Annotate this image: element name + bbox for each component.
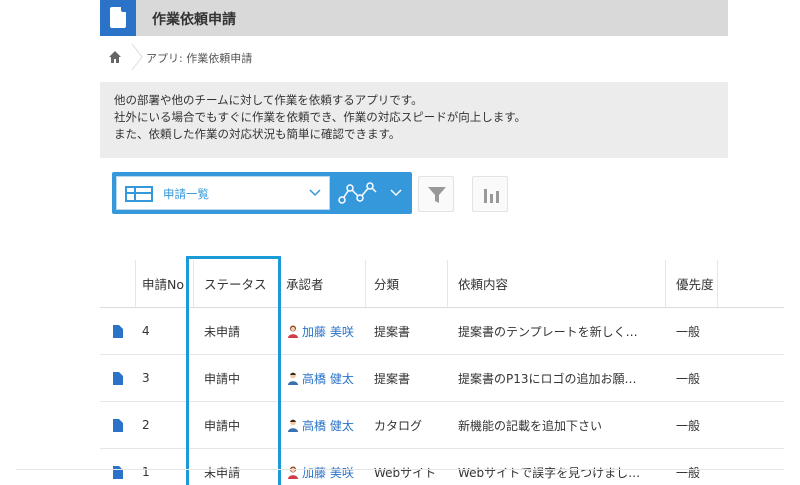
view-selector-bar: 申請一覧 [112, 172, 412, 214]
record-detail-link[interactable] [100, 449, 136, 485]
table-row: 4 未申請 加藤 美咲 提案書 提案書のテンプレートを新しく… 一般 [100, 308, 784, 355]
file-icon [113, 465, 123, 479]
cell-status: 申請中 [204, 418, 241, 433]
file-icon [113, 371, 123, 385]
file-icon [113, 324, 123, 338]
app-description: 他の部署や他のチームに対して作業を依頼するアプリです。 社外にいる場合でもすぐに… [100, 82, 728, 158]
female-user-icon [288, 325, 298, 338]
approver-name: 高橋 健太 [302, 371, 354, 386]
cell-priority: 一般 [676, 371, 701, 386]
header-category[interactable]: 分類 [366, 260, 448, 307]
male-user-icon [288, 372, 298, 385]
filter-button[interactable] [418, 176, 454, 212]
app-icon [100, 0, 136, 36]
cell-priority: 一般 [676, 465, 701, 480]
header-content[interactable]: 依頼内容 [448, 260, 666, 307]
cell-approver: 加藤 美咲 [280, 449, 366, 485]
approver-link[interactable]: 高橋 健太 [286, 417, 354, 434]
cell-category: 提案書 [374, 371, 411, 386]
approver-name: 加藤 美咲 [302, 324, 354, 339]
cell-approver: 高橋 健太 [280, 355, 366, 401]
breadcrumb: アプリ: 作業依頼申請 [100, 42, 728, 72]
cell-content: 提案書のテンプレートを新しく… [458, 324, 638, 339]
home-icon[interactable] [108, 50, 122, 64]
bottom-divider [16, 469, 784, 470]
cell-priority: 一般 [676, 418, 701, 433]
cell-approver: 加藤 美咲 [280, 308, 366, 354]
cell-priority: 一般 [676, 324, 701, 339]
cell-no: 2 [142, 418, 150, 432]
male-user-icon [288, 419, 298, 432]
cell-content: Webサイトで誤字を見つけまし… [458, 465, 641, 480]
table-row: 2 申請中 高橋 健太 カタログ 新機能の記載を追加下さい 一般 [100, 402, 784, 449]
approver-link[interactable]: 加藤 美咲 [286, 323, 354, 340]
record-detail-link[interactable] [100, 402, 136, 448]
record-detail-link[interactable] [100, 308, 136, 354]
cell-no: 1 [142, 465, 150, 479]
cell-content: 新機能の記載を追加下さい [458, 418, 603, 433]
female-user-icon [288, 466, 298, 479]
record-detail-link[interactable] [100, 355, 136, 401]
view-dropdown[interactable]: 申請一覧 [116, 176, 330, 210]
chart-button[interactable] [472, 176, 508, 212]
header-icon-cell [100, 260, 136, 307]
bar-chart-icon [484, 189, 499, 203]
description-line: 他の部署や他のチームに対して作業を依頼するアプリです。 [114, 93, 423, 107]
header-no[interactable]: 申請No [136, 260, 194, 307]
table-row: 3 申請中 高橋 健太 提案書 提案書のP13にロゴの追加お願… 一般 [100, 355, 784, 402]
description-line: また、依頼した作業の対応状況も簡単に確認できます。 [114, 127, 401, 141]
view-label: 申請一覧 [163, 187, 209, 201]
cell-status: 未申請 [204, 324, 241, 339]
cell-category: Webサイト [374, 465, 437, 480]
breadcrumb-app-link[interactable]: アプリ: 作業依頼申請 [146, 50, 252, 66]
cell-category: 提案書 [374, 324, 411, 339]
chevron-down-icon [309, 189, 321, 197]
cell-status: 未申請 [204, 465, 241, 480]
header-approver[interactable]: 承認者 [280, 260, 366, 307]
app-title: 作業依頼申請 [152, 12, 236, 28]
description-line: 社外にいる場合でもすぐに作業を依頼でき、作業の対応スピードが向上します。 [114, 110, 527, 124]
cell-no: 4 [142, 324, 150, 338]
cell-no: 3 [142, 371, 150, 385]
cell-status: 申請中 [204, 371, 241, 386]
header-priority[interactable]: 優先度 [666, 260, 718, 307]
table-header-row: 申請No ステータス 承認者 分類 依頼内容 優先度 [100, 260, 784, 308]
graph-icon[interactable] [338, 180, 380, 206]
app-header: 作業依頼申請 [100, 0, 728, 36]
cell-approver: 高橋 健太 [280, 402, 366, 448]
graph-chevron-down-icon[interactable] [390, 188, 402, 198]
file-icon [113, 418, 123, 432]
filter-icon [428, 187, 446, 203]
table-icon [125, 186, 153, 202]
table-row: 1 未申請 加藤 美咲 Webサイト Webサイトで誤字を見つけまし… 一般 [100, 449, 784, 485]
breadcrumb-separator [131, 44, 143, 70]
header-status[interactable]: ステータス [194, 260, 280, 307]
cell-category: カタログ [374, 418, 423, 433]
approver-link[interactable]: 高橋 健太 [286, 370, 354, 387]
approver-link[interactable]: 加藤 美咲 [286, 464, 354, 481]
cell-content: 提案書のP13にロゴの追加お願… [458, 371, 637, 386]
approver-name: 加藤 美咲 [302, 465, 354, 480]
approver-name: 高橋 健太 [302, 418, 354, 433]
record-table: 申請No ステータス 承認者 分類 依頼内容 優先度 4 未申請 加藤 美咲 提… [100, 260, 784, 485]
